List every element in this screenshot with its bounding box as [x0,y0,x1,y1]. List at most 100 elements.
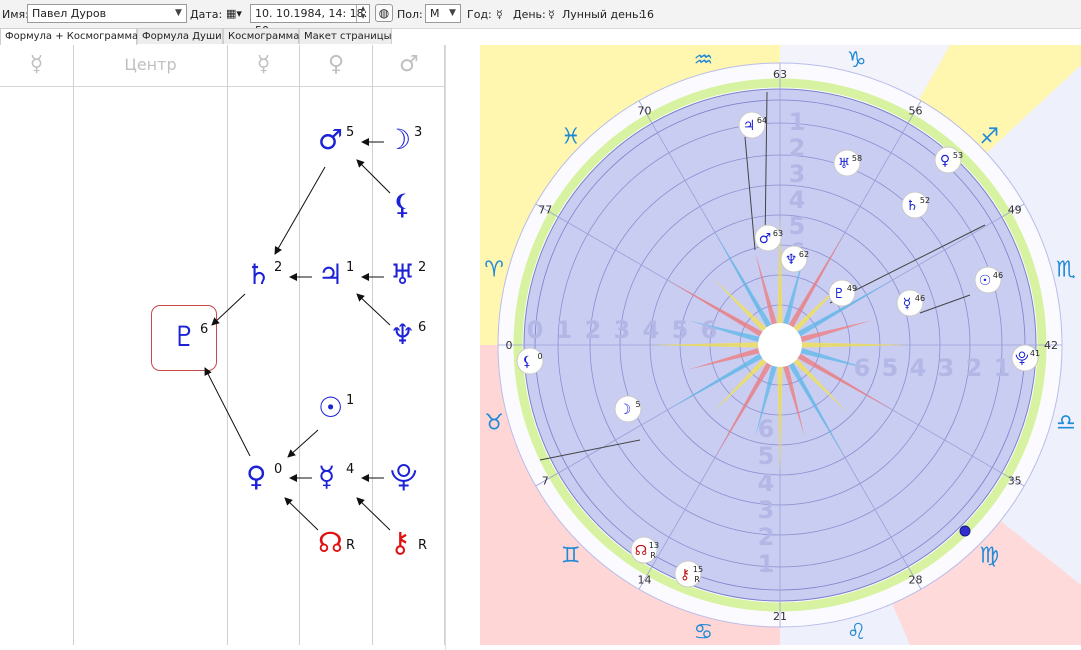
formula-venus-value: 0 [274,462,283,477]
zodiac-2-icon: ♏ [1056,257,1076,282]
planet-degree: 64 [757,116,767,125]
planet-11-icon: ⯓ [1015,351,1029,367]
zodiac-11-icon: ♒ [694,48,714,73]
tick-label: 56 [909,104,923,117]
formula-neptune-icon[interactable]: ♆ [390,320,415,350]
formula-uranus-icon[interactable]: ♅ [390,260,415,290]
planet-marker[interactable]: ☽ 5 [614,395,642,423]
zodiac-8-icon: ♉ [484,411,504,436]
zodiac-3-icon: ♎ [1056,411,1076,436]
planet-degree: 53 [953,151,963,160]
planet-degree: 62 [799,250,809,259]
planet-2-icon: ♀ [940,153,950,169]
ring-digit: 4 [789,186,806,214]
zodiac-10-icon: ♓ [561,125,581,150]
formula-mercury-icon[interactable]: ☿ [318,462,335,492]
tick-label: 0 [506,339,513,352]
arrow [356,159,391,194]
planet-5-icon: ♆ [785,252,798,268]
lunar-day-value: 16 [640,8,654,21]
planet-marker[interactable]: ⚷ 15R [674,560,703,588]
zodiac-0-icon: ♑ [847,48,867,73]
ring-digit: 5 [882,354,899,382]
planet-degree: 13 [649,541,659,550]
arrow [274,166,326,255]
ring-digit: 2 [789,134,806,162]
zodiac-1-icon: ♐ [979,125,999,150]
formula-mercury-value: 4 [346,462,355,477]
tick-label: 77 [538,204,552,217]
retrograde-label: R [694,575,700,584]
tick-label: 70 [638,104,652,117]
tick-label: 14 [638,574,652,587]
planet-degree: 0 [537,352,542,361]
ascendant-handle [959,525,971,537]
ring-digit: 2 [585,316,602,344]
ring-digit: 6 [701,316,718,344]
formula-mars-value: 5 [346,125,355,140]
formula-saturn-icon[interactable]: ♄ [246,260,271,290]
year-mercury-icon: ☿ [496,8,503,21]
ring-digit: 0 [527,316,544,344]
tick-label: 63 [773,68,787,81]
arrow [287,429,319,458]
planet-degree: 63 [773,229,783,238]
arrow [204,367,251,457]
zodiac-6-icon: ♋ [694,620,714,645]
planet-marker[interactable]: ⚸ 0 [516,347,544,375]
formula-lilith-icon[interactable]: ⚸ [392,190,413,220]
retrograde-label: R [650,551,656,560]
planet-7-icon: ☿ [903,296,912,312]
ring-digit: 1 [994,354,1011,382]
ring-digit: 3 [938,354,955,382]
zodiac-9-icon: ♈ [484,257,504,282]
tick-label: 49 [1008,204,1022,217]
ring-digit: 4 [758,469,775,497]
planet-degree: 46 [993,271,1003,280]
star-center [758,323,802,367]
formula-moon-icon[interactable]: ☽ [386,125,411,155]
formula-jupiter-value: 1 [346,260,355,275]
planet-1-icon: ♅ [838,156,851,172]
formula-chiron-icon[interactable]: ⚷ [390,528,411,558]
lunar-day-label: Лунный день: [562,8,643,21]
planet-degree: 52 [920,196,930,205]
ring-digit: 4 [910,354,927,382]
formula-neptune-value: 6 [418,320,427,335]
planet-12-icon: ☊ [635,543,647,559]
planet-13-icon: ⚷ [680,567,690,583]
formula-mars-icon[interactable]: ♂ [318,125,343,155]
zodiac-5-icon: ♌ [847,620,867,645]
day-label: День: [513,8,546,21]
formula-chiron-value: R [418,538,428,553]
formula-sun-icon[interactable]: ☉ [318,393,343,423]
ring-digit: 4 [643,316,660,344]
formula-venus-icon[interactable]: ♀ [246,462,267,492]
ring-digit: 3 [614,316,631,344]
tick-label: 7 [542,475,549,488]
arrow [211,293,246,326]
planet-4-icon: ♂ [759,231,772,247]
cosmogram: 63 56 49 42 35 28 21 14 7 0 77 70 ♑ ♐ ♏ ♎ ♍ ♌ ♋ ♊ ♉ ♈ ♓ ♒ 0 1 2 3 4 5… [480,45,1081,645]
formula-pluto-value: 6 [200,322,209,337]
ring-digit: 2 [966,354,983,382]
ring-digit: 1 [758,550,775,578]
formula-jupiter-icon[interactable]: ♃ [318,260,343,290]
planet-marker[interactable]: ☊ 13R [630,536,659,564]
formula-pluto-icon[interactable]: ♇ [172,322,197,352]
formula-north-node-icon[interactable]: ☊ [318,528,343,558]
chevron-down-icon[interactable]: ▼ [445,5,460,22]
planet-degree: 5 [635,400,640,409]
formula-selena-icon[interactable]: ⯓ [390,462,417,492]
ring-digit: 2 [758,523,775,551]
arrow [356,293,391,326]
planet-degree: 46 [915,294,925,303]
tick-label: 35 [1008,475,1022,488]
tick-label: 42 [1044,339,1058,352]
formula-sun-value: 1 [346,393,355,408]
ring-digit: 3 [789,160,806,188]
formula-uranus-value: 2 [418,260,427,275]
arrow [284,497,319,531]
ring-digit: 6 [758,415,775,443]
planet-6-icon: ♇ [833,286,846,302]
